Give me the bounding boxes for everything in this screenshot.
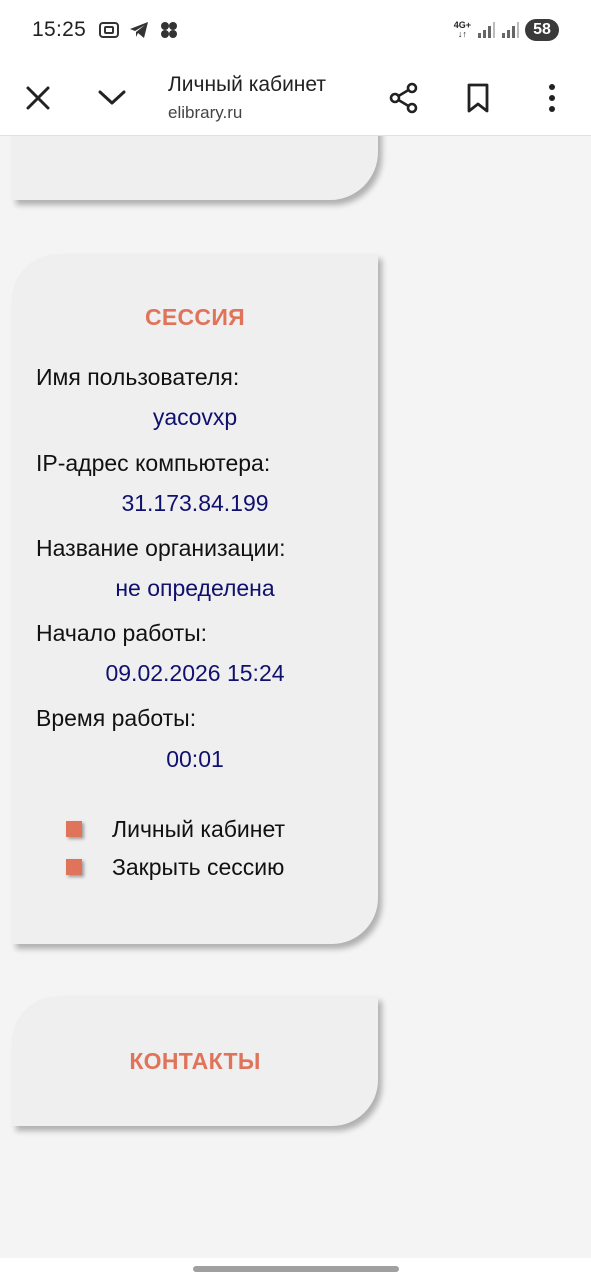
contacts-heading: КОНТАКТЫ [129, 1048, 261, 1074]
network-type: 4G+ ↓↑ [453, 20, 471, 39]
browser-toolbar: Личный кабинет elibrary.ru [0, 60, 591, 136]
bookmark-icon [467, 83, 489, 112]
session-card: СЕССИЯ Имя пользователя: yacovxp IP-адре… [12, 254, 378, 944]
start-time-label: Начало работы: [36, 620, 208, 646]
close-button[interactable] [2, 62, 74, 134]
ip-value: 31.173.84.199 [121, 490, 269, 516]
session-heading: СЕССИЯ [144, 304, 246, 330]
page-title-block[interactable]: Личный кабинет elibrary.ru [168, 73, 358, 123]
expand-button[interactable] [76, 62, 148, 134]
gesture-nav-bar [0, 1258, 591, 1280]
username-value: yacovxp [152, 404, 238, 430]
more-options-button[interactable] [515, 62, 589, 134]
cabinet-link[interactable]: Личный кабинет [66, 810, 285, 848]
contacts-card[interactable]: КОНТАКТЫ [12, 996, 378, 1126]
page-title: Личный кабинет [168, 72, 326, 96]
status-time: 15:25 [32, 18, 87, 41]
ip-label: IP-адрес компьютера: [36, 450, 271, 476]
cabinet-link-label: Личный кабинет [112, 815, 286, 842]
network-type-label: 4G+ [453, 20, 471, 30]
system-icons: 4G+ ↓↑ 58 [454, 19, 559, 41]
toolbar-actions [367, 62, 589, 134]
more-vert-icon [549, 83, 555, 112]
signal-icon [478, 22, 495, 38]
telegram-icon [130, 22, 149, 38]
session-links: Личный кабинет Закрыть сессию [66, 810, 285, 886]
duration-label: Время работы: [36, 705, 197, 731]
duration-value: 00:01 [166, 746, 224, 772]
signal-icon-2 [502, 22, 519, 38]
screenshot-icon [99, 22, 120, 38]
chevron-down-icon [98, 90, 126, 104]
page-url: elibrary.ru [168, 102, 243, 122]
share-button[interactable] [367, 62, 441, 134]
notification-icons [98, 20, 180, 40]
username-label: Имя пользователя: [36, 364, 240, 390]
battery-indicator: 58 [525, 19, 559, 41]
bullet-icon [66, 859, 82, 875]
apps-icon [161, 22, 178, 38]
organization-label: Название организации: [36, 535, 286, 561]
organization-value: не определена [115, 575, 275, 601]
status-bar: 15:25 4G+ ↓↑ 58 [0, 0, 591, 60]
bullet-icon [66, 821, 82, 837]
close-session-link-label: Закрыть сессию [112, 853, 285, 880]
close-session-link[interactable]: Закрыть сессию [66, 848, 285, 886]
share-icon [389, 82, 418, 113]
bookmark-button[interactable] [441, 62, 515, 134]
home-handle[interactable] [192, 1266, 399, 1272]
close-icon [26, 86, 50, 109]
previous-card [12, 136, 378, 200]
start-time-value: 09.02.2026 15:24 [105, 660, 285, 686]
page-content[interactable]: СЕССИЯ Имя пользователя: yacovxp IP-адре… [0, 136, 591, 1258]
